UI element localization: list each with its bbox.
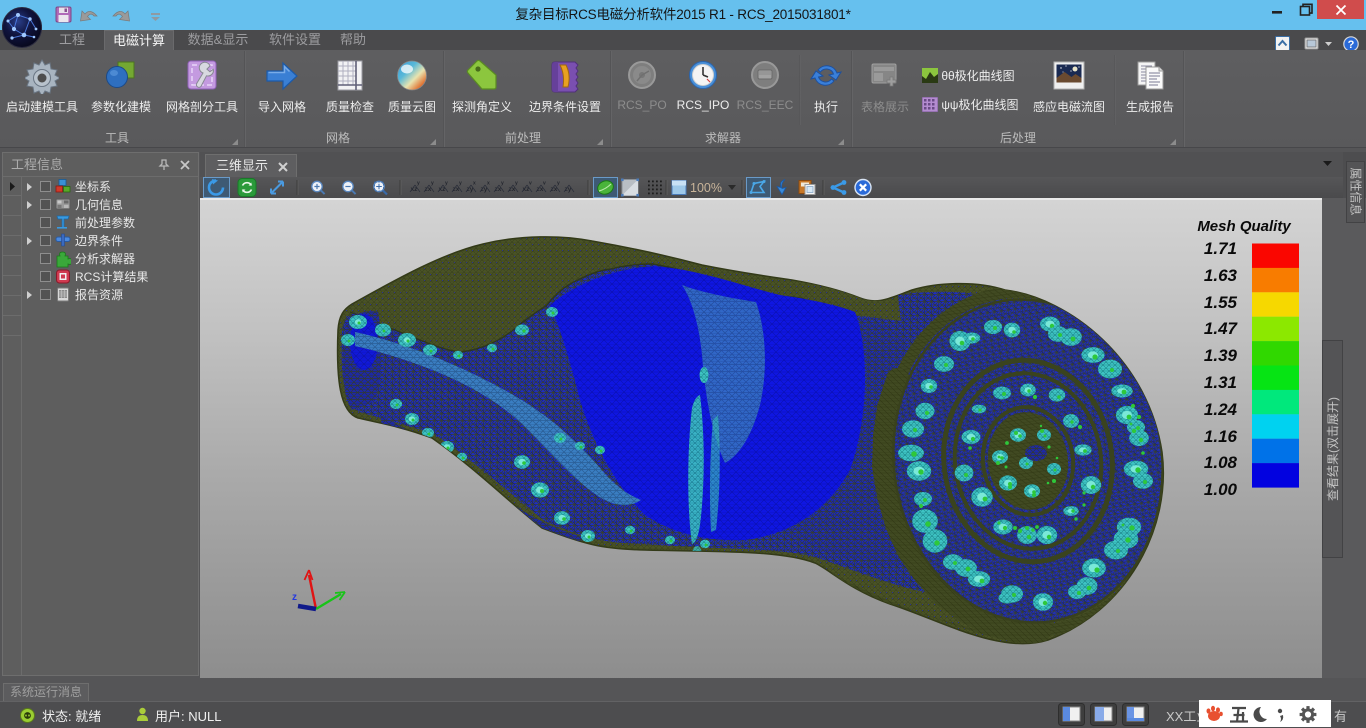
svg-text:1.08: 1.08: [1204, 453, 1238, 472]
svg-text:z: z: [292, 592, 297, 603]
svg-text:v: v: [529, 181, 532, 187]
svg-text:y: y: [459, 181, 462, 187]
svg-text:100%: 100%: [690, 181, 722, 195]
svg-text:y: y: [431, 181, 434, 187]
svg-text:1.39: 1.39: [1204, 346, 1238, 365]
svg-text:x: x: [487, 181, 490, 187]
svg-text:1.63: 1.63: [1204, 266, 1238, 285]
svg-text:1.16: 1.16: [1204, 427, 1238, 446]
svg-text:1.00: 1.00: [1204, 480, 1238, 499]
svg-text:Mesh Quality: Mesh Quality: [1197, 218, 1291, 235]
svg-text:x: x: [473, 181, 476, 187]
svg-text:y: y: [501, 181, 504, 187]
svg-text:y: y: [557, 181, 560, 187]
svg-text:y: y: [515, 181, 518, 187]
svg-text:1.24: 1.24: [1204, 400, 1238, 419]
svg-text:v: v: [543, 181, 546, 187]
svg-text:1.55: 1.55: [1204, 293, 1238, 312]
svg-text:1.71: 1.71: [1204, 239, 1237, 258]
svg-text:1.47: 1.47: [1204, 319, 1239, 338]
svg-text:y: y: [445, 181, 448, 187]
svg-text:1.31: 1.31: [1204, 373, 1237, 392]
svg-text:y: y: [417, 181, 420, 187]
